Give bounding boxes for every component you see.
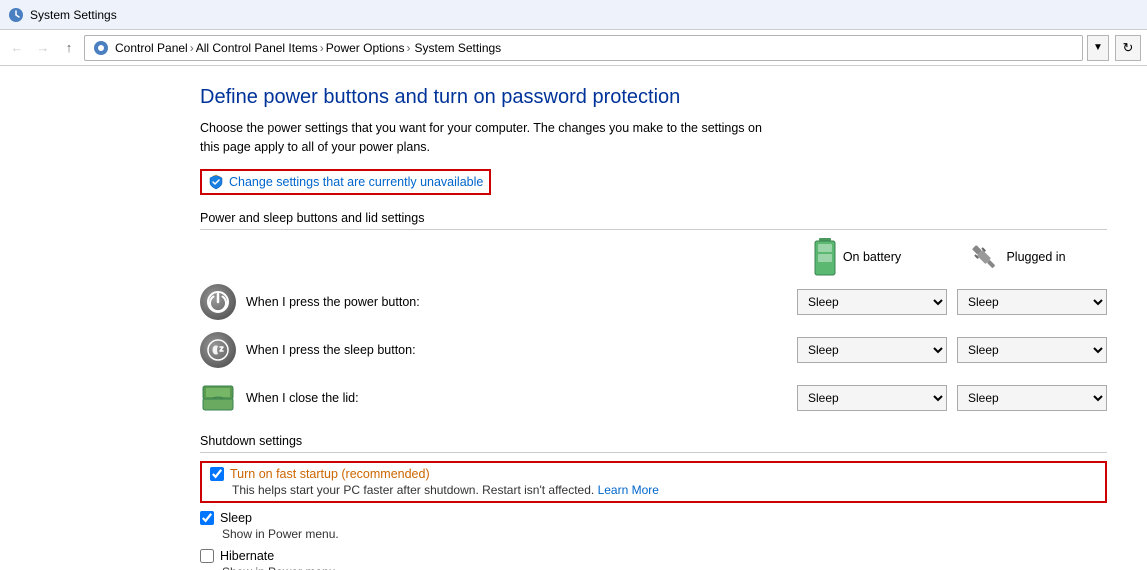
- fast-startup-checkbox[interactable]: [210, 467, 224, 481]
- power-table: On battery Plugged in: [200, 238, 1107, 416]
- power-button-row: When I press the power button: Sleep Do …: [200, 284, 1107, 320]
- title-bar-text: System Settings: [30, 8, 117, 22]
- power-button-plugged-in-select[interactable]: Sleep Do nothing Hibernate Shut down Tur…: [957, 289, 1107, 315]
- power-button-icon: [200, 284, 236, 320]
- address-path: Control Panel › All Control Panel Items …: [84, 35, 1083, 61]
- lid-svg-icon: [201, 384, 235, 412]
- hibernate-checkbox-row: Hibernate: [200, 549, 1107, 563]
- sleep-checkbox[interactable]: [200, 511, 214, 525]
- sleep-button-icon: [200, 332, 236, 368]
- refresh-button[interactable]: ↻: [1115, 35, 1141, 61]
- sleep-button-plugged-in-select[interactable]: Sleep Do nothing Hibernate Shut down: [957, 337, 1107, 363]
- power-icon: [207, 291, 229, 313]
- power-sleep-section-title: Power and sleep buttons and lid settings: [200, 211, 1107, 230]
- address-dropdown-button[interactable]: ▼: [1087, 35, 1109, 61]
- sleep-icon: [207, 339, 229, 361]
- sleep-checkbox-row: Sleep: [200, 511, 1107, 525]
- app-icon: [8, 7, 24, 23]
- fast-startup-learn-more[interactable]: Learn More: [598, 483, 659, 497]
- hibernate-sublabel: Show in Power menu.: [222, 565, 1107, 570]
- plugged-in-icon: [968, 241, 1000, 273]
- change-settings-link[interactable]: Change settings that are currently unava…: [200, 169, 491, 195]
- page-title: Define power buttons and turn on passwor…: [200, 86, 1107, 109]
- hibernate-checkbox-label[interactable]: Hibernate: [220, 549, 274, 563]
- shield-icon: [208, 174, 224, 190]
- main-content: Define power buttons and turn on passwor…: [0, 66, 1147, 570]
- lid-icon: [200, 380, 236, 416]
- fast-startup-checkbox-row: Turn on fast startup (recommended): [210, 467, 1097, 481]
- shutdown-section: Shutdown settings Turn on fast startup (…: [200, 434, 1107, 570]
- on-battery-label: On battery: [843, 250, 901, 264]
- power-button-label: When I press the power button:: [246, 295, 787, 309]
- battery-icon: [813, 238, 837, 276]
- plugged-in-label: Plugged in: [1006, 250, 1065, 264]
- up-button[interactable]: ↑: [58, 37, 80, 59]
- power-table-header: On battery Plugged in: [200, 238, 1107, 276]
- forward-button[interactable]: →: [32, 37, 54, 59]
- hibernate-checkbox[interactable]: [200, 549, 214, 563]
- breadcrumb-power-options[interactable]: Power Options: [326, 41, 405, 55]
- power-button-dropdowns: Sleep Do nothing Hibernate Shut down Tur…: [797, 289, 1107, 315]
- breadcrumb-control-panel[interactable]: Control Panel: [115, 41, 188, 55]
- lid-row: When I close the lid: Sleep Do nothing H…: [200, 380, 1107, 416]
- title-bar: System Settings: [0, 0, 1147, 30]
- lid-plugged-in-select[interactable]: Sleep Do nothing Hibernate Shut down: [957, 385, 1107, 411]
- breadcrumb-current: System Settings: [414, 41, 501, 55]
- back-button[interactable]: ←: [6, 37, 28, 59]
- breadcrumb-all-items[interactable]: All Control Panel Items: [196, 41, 318, 55]
- control-panel-icon: [93, 40, 109, 56]
- sleep-button-label: When I press the sleep button:: [246, 343, 787, 357]
- sleep-checkbox-label[interactable]: Sleep: [220, 511, 252, 525]
- fast-startup-label[interactable]: Turn on fast startup (recommended): [230, 467, 430, 481]
- fast-startup-sublabel: This helps start your PC faster after sh…: [232, 483, 1097, 497]
- lid-dropdowns: Sleep Do nothing Hibernate Shut down Sle…: [797, 385, 1107, 411]
- on-battery-header: On battery: [777, 238, 937, 276]
- sleep-item: Sleep Show in Power menu.: [200, 511, 1107, 541]
- sleep-button-on-battery-select[interactable]: Sleep Do nothing Hibernate Shut down: [797, 337, 947, 363]
- shutdown-section-title: Shutdown settings: [200, 434, 1107, 453]
- plugged-in-header: Plugged in: [937, 238, 1097, 276]
- sleep-button-row: When I press the sleep button: Sleep Do …: [200, 332, 1107, 368]
- page-description: Choose the power settings that you want …: [200, 119, 780, 157]
- hibernate-item: Hibernate Show in Power menu.: [200, 549, 1107, 570]
- change-settings-text: Change settings that are currently unava…: [229, 175, 483, 189]
- sleep-button-dropdowns: Sleep Do nothing Hibernate Shut down Sle…: [797, 337, 1107, 363]
- power-button-on-battery-select[interactable]: Sleep Do nothing Hibernate Shut down Tur…: [797, 289, 947, 315]
- lid-on-battery-select[interactable]: Sleep Do nothing Hibernate Shut down: [797, 385, 947, 411]
- address-bar: ← → ↑ Control Panel › All Control Panel …: [0, 30, 1147, 66]
- fast-startup-item: Turn on fast startup (recommended) This …: [200, 461, 1107, 503]
- lid-label: When I close the lid:: [246, 391, 787, 405]
- sleep-sublabel: Show in Power menu.: [222, 527, 1107, 541]
